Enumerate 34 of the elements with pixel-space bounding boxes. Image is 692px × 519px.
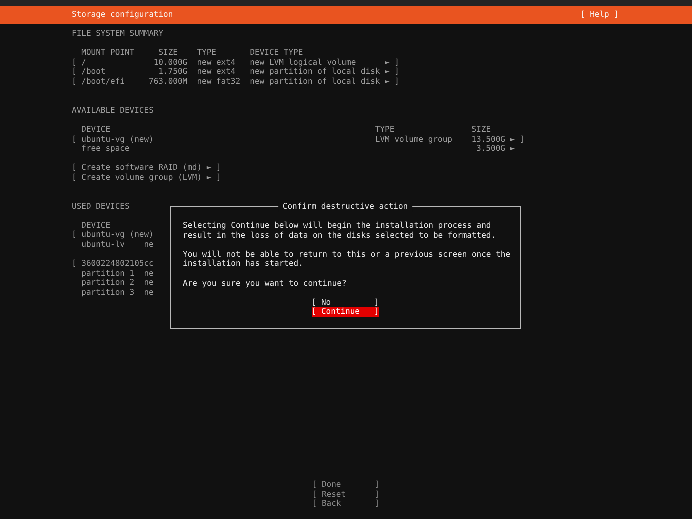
used-device-row-text: partition 1 ne	[80, 268, 154, 278]
dialog-text: Are you sure you want to continue?	[183, 278, 348, 288]
column-header: SIZE	[472, 124, 492, 135]
screen-title: Storage configuration	[72, 10, 174, 20]
create-action[interactable]: [ Create volume group (LVM) ► ]	[72, 172, 222, 182]
column-header: DEVICE TYPE	[250, 48, 304, 58]
footer-button[interactable]: [ Done ]	[312, 480, 380, 490]
used-device-row-text: partition 2 ne	[80, 278, 154, 288]
column-header: MOUNT POINT	[82, 48, 136, 58]
dialog-button[interactable]: [ No ]	[312, 298, 380, 308]
column-header: TYPE	[197, 48, 217, 58]
dialog-text: You will not be able to return to this or a previous screen once the installation has started.	[183, 250, 512, 269]
used-device-row-text: partition 3 ne	[80, 288, 154, 298]
dialog-text: Selecting Continue below will begin the installation process and result in the loss of data on the disks selected to be formatted.	[183, 221, 498, 240]
dialog-button[interactable]: [ Continue ]	[312, 307, 380, 317]
section-title: AVAILABLE DEVICES	[72, 106, 154, 116]
used-device-row[interactable]: [ 3600224802105cc	[72, 259, 154, 269]
section-title: FILE SYSTEM SUMMARY	[72, 29, 164, 39]
used-device-row[interactable]: [ ubuntu-vg (new)	[72, 230, 154, 240]
footer-button[interactable]: [ Reset ]	[312, 490, 380, 500]
used-device-row-text: ubuntu-lv ne	[80, 240, 154, 250]
mount-row[interactable]: [ /boot 1.750G new ext4 new partition of local disk ► ]	[72, 67, 400, 77]
section-title: USED DEVICES	[72, 202, 130, 212]
device-row[interactable]: [ ubuntu-vg (new) LVM volume group 13.500G ► ]	[72, 134, 525, 144]
mount-row[interactable]: [ /boot/efi 763.000M new fat32 new partition of local disk ► ]	[72, 76, 400, 87]
footer-button[interactable]: [ Back ]	[312, 499, 380, 509]
column-header: SIZE	[158, 48, 179, 58]
dialog-title: Confirm destructive action	[278, 202, 413, 212]
column-header: DEVICE	[82, 220, 111, 230]
column-header: TYPE	[375, 124, 395, 135]
mount-row[interactable]: [ / 10.000G new ext4 new LVM logical volume ► ]	[72, 58, 400, 68]
column-header: DEVICE	[82, 124, 112, 135]
create-action[interactable]: [ Create software RAID (md) ► ]	[72, 163, 222, 173]
free-space-row-text: free space 3.500G ►	[80, 144, 516, 154]
